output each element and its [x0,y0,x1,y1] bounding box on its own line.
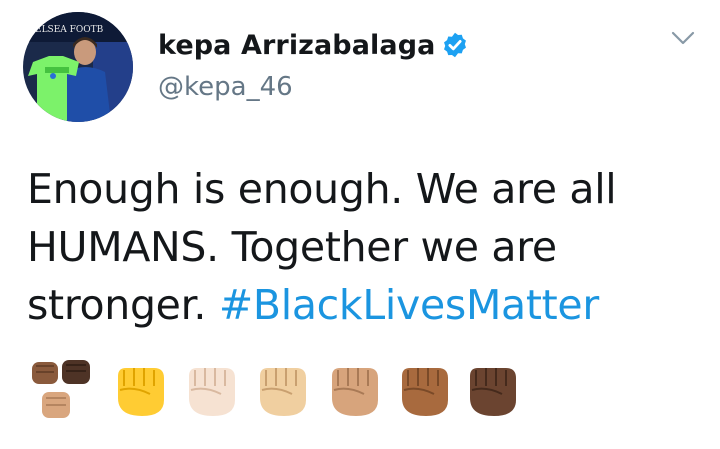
tweet-line-2: HUMANS. Together we are [27,223,557,271]
raised-fist-light-icon [189,368,235,416]
raised-fist-yellow-icon [118,368,164,416]
raised-fist-medium-light-icon [260,368,306,416]
raised-fist-dark-icon [470,368,516,416]
tweet-line-1: Enough is enough. We are all [27,165,617,213]
avatar[interactable]: ELSEA FOOTB [23,12,133,122]
display-name-row: kepa Arrizabalaga [158,24,469,66]
verified-badge-icon [441,31,469,59]
family-fists-icon [32,360,90,418]
raised-fist-medium-icon [332,368,378,416]
tweet-text: Enough is enough. We are all HUMANS. Tog… [27,160,712,334]
user-handle[interactable]: @kepa_46 [158,72,469,102]
avatar-caption: ELSEA FOOTB [35,25,104,35]
tweet-line-3-text: stronger. [27,281,207,329]
chevron-down-icon[interactable] [668,26,698,50]
raised-fist-medium-dark-icon [402,368,448,416]
avatar-photo: ELSEA FOOTB [23,12,133,122]
display-name[interactable]: kepa Arrizabalaga [158,30,435,61]
tweet-card: ELSEA FOOTB kepa Arrizabalaga @kepa_46 E… [0,0,720,449]
hashtag-link[interactable]: #BlackLivesMatter [219,281,599,329]
tweet-header: kepa Arrizabalaga @kepa_46 [158,24,469,102]
tweet-line-3: stronger. #BlackLivesMatter [27,276,712,334]
emoji-row [28,358,718,428]
